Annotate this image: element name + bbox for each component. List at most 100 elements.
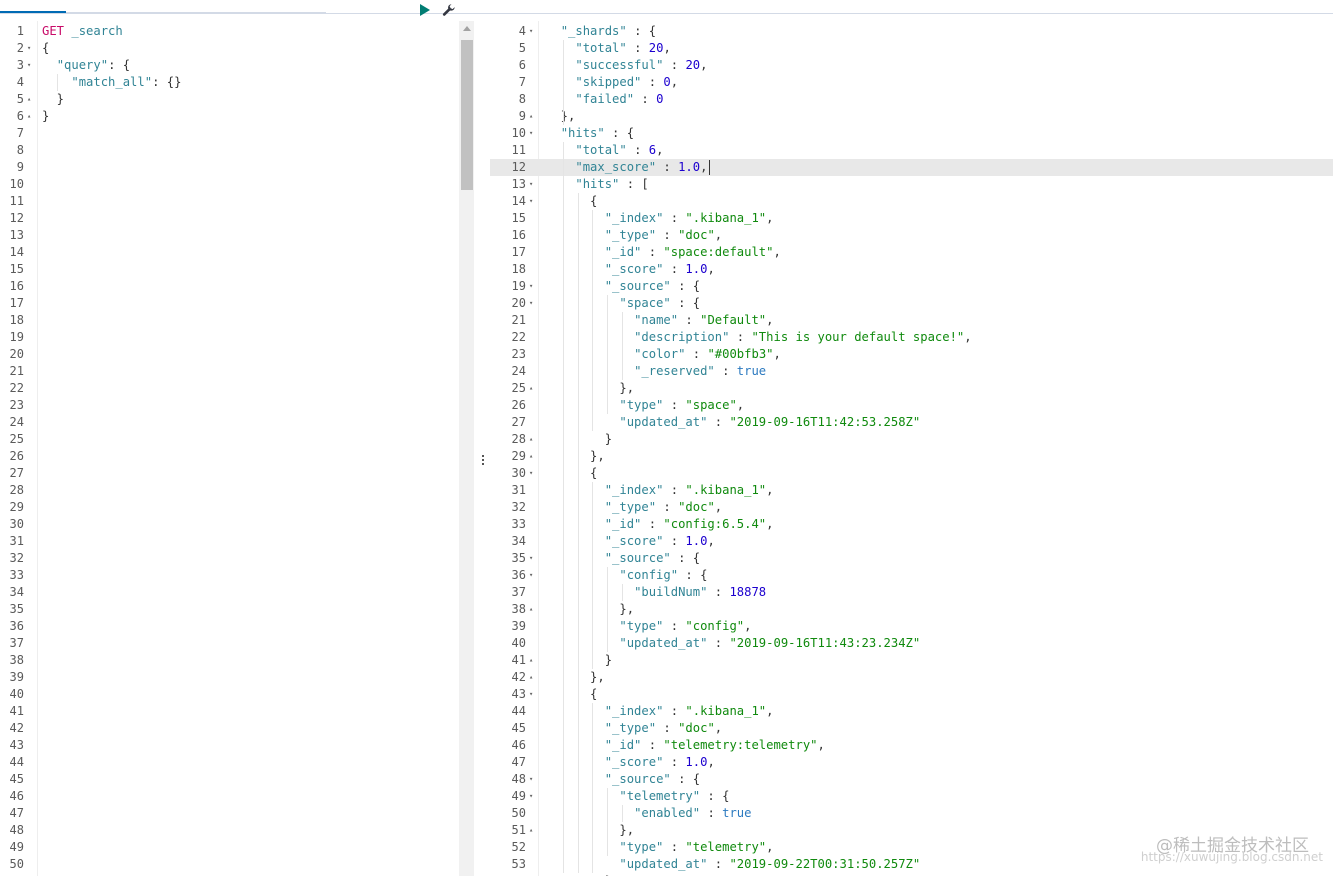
fold-expand-icon[interactable]: ▴ [529,431,537,448]
play-icon[interactable] [419,3,431,17]
response-code-line[interactable]: }, [546,669,605,686]
fold-collapse-icon[interactable]: ▾ [529,550,537,567]
response-code-line[interactable]: "_score" : 1.0, [546,754,715,771]
fold-collapse-icon[interactable]: ▾ [529,125,537,142]
line-number: 25 [9,432,24,446]
response-code-line[interactable]: }, [546,108,576,125]
response-code-line[interactable]: "_id" : "space:default", [546,244,781,261]
response-code-line[interactable]: "_score" : 1.0, [546,261,715,278]
response-code-line[interactable]: "config" : { [546,567,707,584]
response-code-line[interactable]: "_id" : "config:6.5.4", [546,516,774,533]
response-code-line[interactable]: }, [546,380,634,397]
token-key: "_reserved" [634,364,715,378]
fold-collapse-icon[interactable]: ▾ [529,176,537,193]
response-code-line[interactable]: "_reserved" : true [546,363,766,380]
response-code-line[interactable]: "max_score" : 1.0, [546,159,707,176]
fold-collapse-icon[interactable]: ▾ [529,567,537,584]
fold-expand-icon[interactable]: ▴ [529,380,537,397]
response-code-line[interactable]: "_index" : ".kibana_1", [546,703,774,720]
response-editor[interactable]: 4 ▾ "_shards" : {5 "total" : 20, 6 "succes… [490,21,1333,876]
response-code-line[interactable]: "name" : "Default", [546,312,773,329]
fold-collapse-icon[interactable]: ▾ [27,57,35,74]
fold-collapse-icon[interactable]: ▾ [529,465,537,482]
pane-resizer[interactable] [476,21,490,876]
response-code-line[interactable]: { [546,686,597,703]
token-punc [546,772,605,786]
fold-expand-icon[interactable]: ▴ [27,91,35,108]
response-code-line[interactable]: "hits" : { [546,125,634,142]
response-code-line[interactable]: "_source" : { [546,550,700,567]
response-code-line[interactable]: "buildNum" : 18878 [546,584,766,601]
fold-collapse-icon[interactable]: ▾ [529,193,537,210]
fold-expand-icon[interactable]: ▴ [529,601,537,618]
request-scrollbar-thumb[interactable] [461,40,473,190]
response-code-line[interactable]: "_type" : "doc", [546,227,722,244]
token-punc: : { [604,126,635,140]
response-code-line[interactable]: "description" : "This is your default sp… [546,329,972,346]
response-code-line[interactable]: "_id" : "telemetry:telemetry", [546,737,825,754]
response-code-line[interactable]: { [546,193,597,210]
fold-expand-icon[interactable]: ▴ [529,448,537,465]
response-code-line[interactable]: }, [546,601,634,618]
response-code-line[interactable]: } [546,431,612,448]
fold-expand-icon[interactable]: ▴ [529,669,537,686]
fold-expand-icon[interactable]: ▴ [529,108,537,125]
line-number: 10 [511,126,526,140]
line-number: 14 [9,245,24,259]
fold-collapse-icon[interactable]: ▾ [529,788,537,805]
response-code-line[interactable]: "successful" : 20, [546,57,707,74]
resizer-handle-icon[interactable] [482,455,485,467]
response-code-line[interactable]: "updated_at" : "2019-09-22T00:31:50.257Z… [546,856,920,873]
response-code-line[interactable]: "_index" : ".kibana_1", [546,482,774,499]
response-code-line[interactable]: { [546,465,597,482]
line-number: 17 [511,245,526,259]
request-code-line[interactable]: "match_all": {} [42,74,181,91]
response-code-line[interactable]: } [546,652,612,669]
request-code-line[interactable]: } [42,108,49,125]
response-code-line[interactable]: "type" : "telemetry", [546,839,773,856]
response-code-line[interactable]: "space" : { [546,295,700,312]
line-number: 42 [511,670,526,684]
fold-collapse-icon[interactable]: ▾ [529,295,537,312]
response-code-line[interactable]: "_source" : { [546,278,700,295]
line-number: 31 [511,483,526,497]
fold-collapse-icon[interactable]: ▾ [529,23,537,40]
response-code-line[interactable]: }, [546,822,634,839]
response-code-line[interactable]: "color" : "#00bfb3", [546,346,781,363]
response-code-line[interactable]: "_index" : ".kibana_1", [546,210,774,227]
response-code-line[interactable]: "_type" : "doc", [546,720,722,737]
wrench-icon[interactable] [442,3,456,17]
line-number: 39 [511,619,526,633]
request-code-line[interactable]: GET _search [42,23,123,40]
active-tab-indicator[interactable] [0,11,66,13]
response-code-line[interactable]: "telemetry" : { [546,788,729,805]
fold-expand-icon[interactable]: ▴ [27,108,35,125]
response-code-line[interactable]: "_type" : "doc", [546,499,722,516]
token-punc: , [670,75,679,89]
request-editor[interactable]: 1 GET _search 2 ▾ {3 ▾ "query": {4 "match_all… [0,21,475,876]
scroll-up-icon[interactable] [463,26,471,31]
response-code-line[interactable]: "_source" : { [546,771,700,788]
fold-collapse-icon[interactable]: ▾ [27,40,35,57]
response-code-line[interactable]: "updated_at" : "2019-09-16T11:43:23.234Z… [546,635,920,652]
response-code-line[interactable]: "updated_at" : "2019-09-16T11:42:53.258Z… [546,414,920,431]
response-code-line[interactable]: "total" : 20, [546,40,670,57]
request-code-line[interactable]: } [42,91,64,108]
token-punc: : [656,160,679,174]
fold-collapse-icon[interactable]: ▾ [529,278,537,295]
request-code-line[interactable]: { [42,40,49,57]
fold-expand-icon[interactable]: ▴ [529,822,537,839]
line-number: 1 [16,24,24,38]
response-code-line[interactable]: "hits" : [ [546,176,648,193]
response-code-line[interactable]: }, [546,448,605,465]
fold-collapse-icon[interactable]: ▾ [529,686,537,703]
token-str: "2019-09-22T00:31:50.257Z" [729,857,921,871]
fold-expand-icon[interactable]: ▴ [529,652,537,669]
request-code-line[interactable]: "query": { [42,57,130,74]
token-punc: : [729,330,752,344]
fold-collapse-icon[interactable]: ▾ [529,771,537,788]
response-code-line[interactable]: "type" : "space", [546,397,744,414]
response-code-line[interactable]: "skipped" : 0, [546,74,678,91]
response-code-line[interactable]: "_shards" : { [546,23,656,40]
response-code-line[interactable]: "_score" : 1.0, [546,533,715,550]
